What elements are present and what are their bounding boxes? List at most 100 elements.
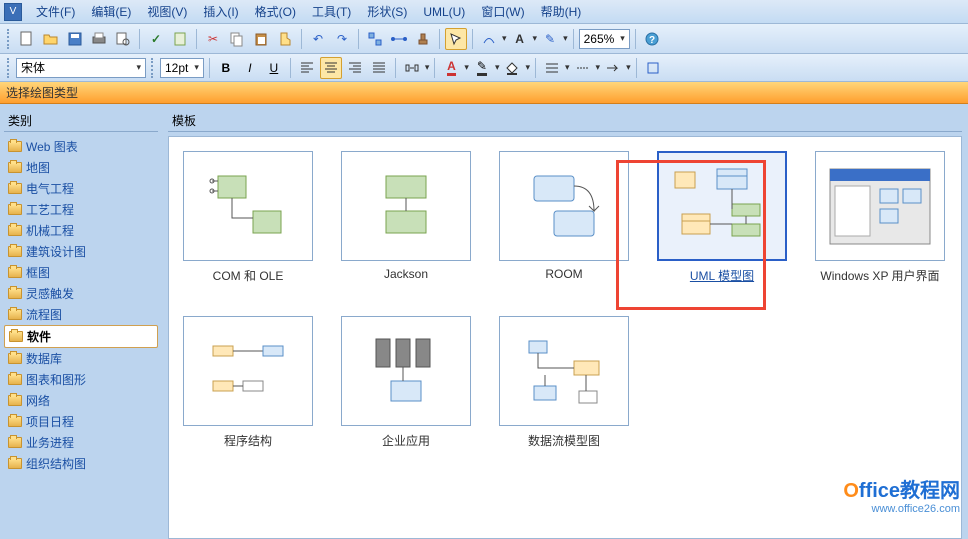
- menu-insert[interactable]: 插入(I): [195, 3, 246, 20]
- template-thumbnail: [499, 316, 629, 426]
- dropdown-arrow-icon[interactable]: ▾: [565, 62, 570, 73]
- separator: [290, 58, 291, 78]
- toolbar-grip[interactable]: [151, 58, 155, 78]
- toolbar-grip[interactable]: [7, 58, 11, 78]
- ink-tool-button[interactable]: ✎: [539, 28, 561, 50]
- new-button[interactable]: [16, 28, 38, 50]
- dropdown-arrow-icon[interactable]: ▾: [563, 33, 568, 44]
- format-painter-button[interactable]: [274, 28, 296, 50]
- template-uml[interactable]: UML 模型图: [657, 151, 787, 284]
- template-dataflow[interactable]: 数据流模型图: [499, 316, 629, 449]
- category-label: 地图: [26, 159, 50, 176]
- copy-button[interactable]: [226, 28, 248, 50]
- folder-icon: [8, 141, 22, 152]
- print-button[interactable]: [88, 28, 110, 50]
- template-com[interactable]: COM 和 OLE: [183, 151, 313, 284]
- connector-tool-button[interactable]: [478, 28, 500, 50]
- category-item-4[interactable]: 机械工程: [4, 220, 158, 241]
- dropdown-arrow-icon[interactable]: ▾: [502, 33, 507, 44]
- menu-uml[interactable]: UML(U): [415, 5, 473, 19]
- toolbar-grip[interactable]: [7, 29, 11, 49]
- redo-button[interactable]: ↷: [331, 28, 353, 50]
- dropdown-arrow-icon[interactable]: ▾: [495, 62, 500, 73]
- folder-icon: [8, 353, 22, 364]
- category-list: Web 图表地图电气工程工艺工程机械工程建筑设计图框图灵感触发流程图软件数据库图…: [4, 136, 158, 474]
- text-tool-button[interactable]: A: [509, 28, 531, 50]
- category-item-11[interactable]: 图表和图形: [4, 369, 158, 390]
- category-item-2[interactable]: 电气工程: [4, 178, 158, 199]
- align-left-button[interactable]: [296, 57, 318, 79]
- template-thumbnail: [499, 151, 629, 261]
- format-button[interactable]: [642, 57, 664, 79]
- dropdown-arrow-icon[interactable]: ▾: [533, 33, 538, 44]
- category-item-7[interactable]: 灵感触发: [4, 283, 158, 304]
- menu-file[interactable]: 文件(F): [28, 3, 83, 20]
- category-item-6[interactable]: 框图: [4, 262, 158, 283]
- zoom-combo[interactable]: 265%▾: [579, 29, 630, 49]
- template-winxp[interactable]: Windows XP 用户界面: [815, 151, 945, 284]
- dropdown-arrow-icon[interactable]: ▾: [425, 62, 430, 73]
- menu-edit[interactable]: 编辑(E): [83, 3, 139, 20]
- category-item-0[interactable]: Web 图表: [4, 136, 158, 157]
- bold-button[interactable]: B: [215, 57, 237, 79]
- svg-text:?: ?: [649, 35, 655, 46]
- category-item-1[interactable]: 地图: [4, 157, 158, 178]
- save-button[interactable]: [64, 28, 86, 50]
- line-weight-button[interactable]: [541, 57, 563, 79]
- standard-toolbar: ✓ ✂ ↶ ↷ ▾ A ▾ ✎ ▾ 265%▾ ?: [0, 24, 968, 54]
- dropdown-arrow-icon[interactable]: ▾: [596, 62, 601, 73]
- open-button[interactable]: [40, 28, 62, 50]
- connector-button[interactable]: [388, 28, 410, 50]
- separator: [358, 29, 359, 49]
- undo-button[interactable]: ↶: [307, 28, 329, 50]
- italic-button[interactable]: I: [239, 57, 261, 79]
- font-size-combo[interactable]: 12pt▾: [160, 58, 204, 78]
- dropdown-arrow-icon[interactable]: ▾: [525, 62, 530, 73]
- line-pattern-button[interactable]: [572, 57, 594, 79]
- category-header: 类别: [4, 110, 158, 132]
- line-ends-button[interactable]: [602, 57, 624, 79]
- category-item-3[interactable]: 工艺工程: [4, 199, 158, 220]
- align-right-button[interactable]: [344, 57, 366, 79]
- template-jackson[interactable]: Jackson: [341, 151, 471, 284]
- template-prog[interactable]: 程序结构: [183, 316, 313, 449]
- template-room[interactable]: ROOM: [499, 151, 629, 284]
- menu-view[interactable]: 视图(V): [139, 3, 195, 20]
- line-color-button[interactable]: ✎: [471, 57, 493, 79]
- menu-shapes[interactable]: 形状(S): [359, 3, 415, 20]
- category-item-9[interactable]: 软件: [4, 325, 158, 348]
- align-center-button[interactable]: [320, 57, 342, 79]
- category-item-5[interactable]: 建筑设计图: [4, 241, 158, 262]
- align-justify-button[interactable]: [368, 57, 390, 79]
- category-item-8[interactable]: 流程图: [4, 304, 158, 325]
- distribute-button[interactable]: [401, 57, 423, 79]
- stamp-button[interactable]: [412, 28, 434, 50]
- cut-button[interactable]: ✂: [202, 28, 224, 50]
- category-item-14[interactable]: 业务进程: [4, 432, 158, 453]
- menu-window[interactable]: 窗口(W): [473, 3, 532, 20]
- menu-tools[interactable]: 工具(T): [304, 3, 359, 20]
- help-button[interactable]: ?: [641, 28, 663, 50]
- menu-help[interactable]: 帮助(H): [533, 3, 590, 20]
- underline-button[interactable]: U: [263, 57, 285, 79]
- category-item-15[interactable]: 组织结构图: [4, 453, 158, 474]
- menu-format[interactable]: 格式(O): [247, 3, 304, 20]
- research-button[interactable]: [169, 28, 191, 50]
- dropdown-arrow-icon[interactable]: ▾: [464, 62, 469, 73]
- spelling-button[interactable]: ✓: [145, 28, 167, 50]
- category-item-10[interactable]: 数据库: [4, 348, 158, 369]
- fill-color-button[interactable]: [501, 57, 523, 79]
- font-color-button[interactable]: A: [440, 57, 462, 79]
- folder-icon: [9, 331, 23, 342]
- print-preview-button[interactable]: [112, 28, 134, 50]
- folder-icon: [8, 395, 22, 406]
- category-item-12[interactable]: 网络: [4, 390, 158, 411]
- font-name-combo[interactable]: 宋体▾: [16, 58, 146, 78]
- separator: [439, 29, 440, 49]
- template-ent[interactable]: 企业应用: [341, 316, 471, 449]
- category-item-13[interactable]: 项目日程: [4, 411, 158, 432]
- shapes-window-button[interactable]: [364, 28, 386, 50]
- pointer-tool-button[interactable]: [445, 28, 467, 50]
- paste-button[interactable]: [250, 28, 272, 50]
- dropdown-arrow-icon[interactable]: ▾: [626, 62, 631, 73]
